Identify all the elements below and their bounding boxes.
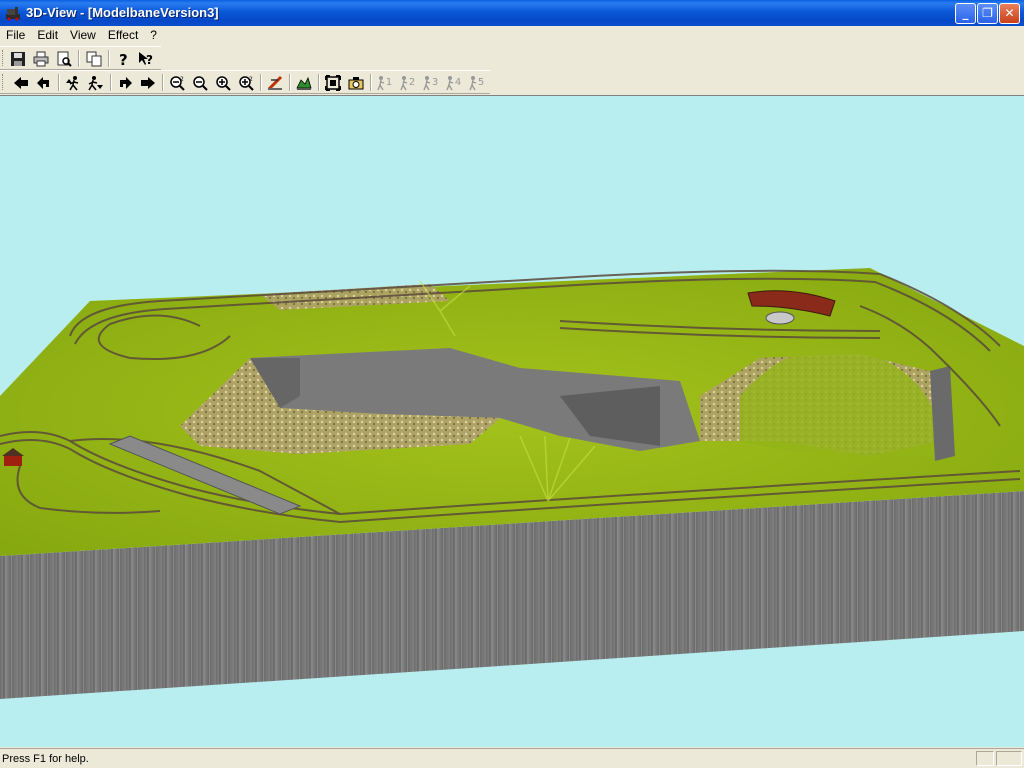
zoom-in-button[interactable]	[212, 73, 234, 92]
toolbar-grip[interactable]	[2, 74, 6, 90]
toolbar-separator	[289, 74, 291, 91]
fit-view-icon	[325, 74, 341, 91]
walk-up-button[interactable]	[62, 73, 84, 92]
save-button[interactable]	[7, 49, 29, 68]
turn-left-icon	[37, 76, 49, 89]
camera-preset-5-label: 5	[477, 77, 485, 88]
view-toolbar: 2 2 1 2 3 4 5	[0, 70, 490, 94]
svg-text:?: ?	[146, 53, 153, 67]
toolbar-separator	[318, 74, 320, 91]
status-pane	[996, 751, 1022, 766]
copy-icon	[86, 51, 102, 66]
move-left-button[interactable]	[10, 73, 32, 92]
track-edit-icon	[267, 75, 283, 90]
title-bar[interactable]: 3D-View - [ModelbaneVersion3] _ ❐ ✕	[0, 0, 1024, 26]
app-icon[interactable]	[5, 5, 21, 21]
toolbar-separator	[58, 74, 60, 91]
zoom-out-icon	[193, 75, 208, 91]
walker-up-icon	[66, 75, 79, 90]
camera-preset-3-label: 3	[431, 77, 439, 88]
camera-preset-2-label: 2	[408, 77, 416, 88]
arrow-right-icon	[141, 76, 155, 89]
menu-effect[interactable]: Effect	[102, 26, 144, 45]
move-right-button[interactable]	[137, 73, 159, 92]
main-toolbar: ? ?	[0, 46, 161, 70]
terrain-button[interactable]	[293, 73, 315, 92]
turn-right-button[interactable]	[114, 73, 136, 92]
help-icon: ?	[119, 51, 128, 67]
camera-preset-1-label: 1	[385, 77, 393, 88]
terrain-icon	[296, 76, 312, 90]
zoom-out-all-button[interactable]: 2	[166, 73, 188, 92]
svg-text:2: 2	[180, 76, 184, 83]
svg-text:?: ?	[119, 51, 128, 67]
menu-file[interactable]: File	[0, 26, 31, 45]
camera-preset-4-label: 4	[454, 77, 462, 88]
menu-edit[interactable]: Edit	[31, 26, 64, 45]
print-preview-icon	[57, 51, 72, 67]
restore-button[interactable]: ❐	[977, 3, 998, 24]
track-edit-button[interactable]	[264, 73, 286, 92]
camera-preset-3-button[interactable]: 3	[419, 73, 441, 92]
print-icon	[33, 51, 49, 66]
copy-button[interactable]	[83, 49, 105, 68]
camera-preset-4-button[interactable]: 4	[442, 73, 464, 92]
turn-left-button[interactable]	[33, 73, 55, 92]
toolbar-separator	[162, 74, 164, 91]
toolbar-separator	[370, 74, 372, 91]
menu-bar: File Edit View Effect?	[0, 26, 1024, 45]
toolbar-separator	[108, 50, 110, 67]
zoom-out-all-icon: 2	[170, 76, 185, 91]
print-button[interactable]	[30, 49, 52, 68]
zoom-in-all-button[interactable]: 2	[235, 73, 257, 92]
toolbar-separator	[110, 74, 112, 91]
menu-help[interactable]: ?	[144, 26, 163, 45]
close-button[interactable]: ✕	[999, 3, 1020, 24]
menu-view[interactable]: View	[64, 26, 102, 45]
context-help-icon: ?	[139, 51, 153, 67]
help-button[interactable]: ?	[112, 49, 134, 68]
toolbar-separator	[78, 50, 80, 67]
status-text: Press F1 for help.	[2, 753, 89, 765]
status-bar: Press F1 for help.	[0, 748, 1024, 768]
terrain-scene	[0, 268, 1024, 699]
zoom-in-all-icon: 2	[239, 76, 254, 91]
zoom-in-icon	[216, 75, 231, 91]
camera-icon	[348, 76, 364, 89]
zoom-out-button[interactable]	[189, 73, 211, 92]
save-icon	[11, 51, 25, 66]
camera-preset-5-button[interactable]: 5	[465, 73, 487, 92]
minimize-button[interactable]: _	[955, 3, 976, 24]
camera-preset-1-button[interactable]: 1	[373, 73, 395, 92]
camera-preset-2-button[interactable]: 2	[396, 73, 418, 92]
arrow-left-icon	[14, 76, 28, 89]
toolbar-grip[interactable]	[2, 50, 6, 66]
walk-down-button[interactable]	[85, 73, 107, 92]
print-preview-button[interactable]	[53, 49, 75, 68]
fit-view-button[interactable]	[322, 73, 344, 92]
window-title: 3D-View - [ModelbaneVersion3]	[26, 5, 219, 20]
svg-text:2: 2	[249, 76, 253, 83]
context-help-button[interactable]: ?	[135, 49, 157, 68]
walker-down-icon	[88, 75, 103, 90]
toolbar-separator	[260, 74, 262, 91]
3d-viewport[interactable]	[0, 95, 1024, 747]
turn-right-icon	[120, 76, 132, 89]
camera-button[interactable]	[345, 73, 367, 92]
status-pane	[976, 751, 994, 766]
